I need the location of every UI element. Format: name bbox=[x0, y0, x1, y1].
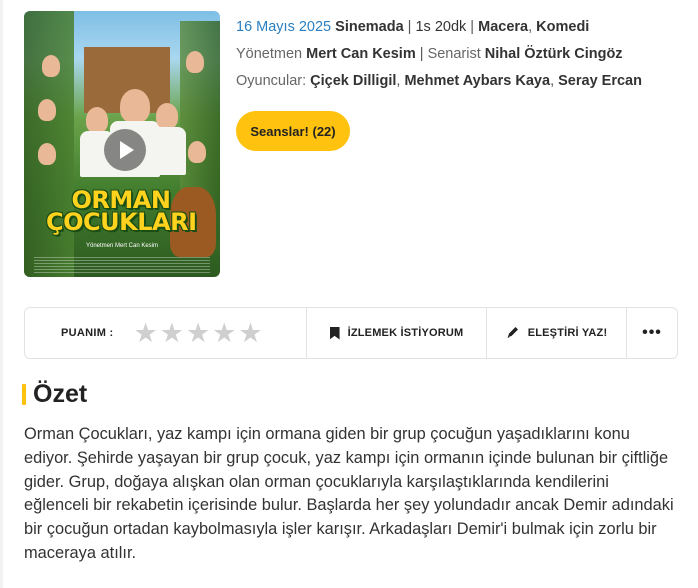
summary-heading: Özet bbox=[22, 380, 87, 409]
writer-link[interactable]: Nihal Öztürk Cingöz bbox=[485, 46, 623, 62]
summary-heading-text: Özet bbox=[33, 380, 88, 408]
review-label: ELEŞTİRİ YAZ! bbox=[527, 327, 608, 339]
cast-line: Oyuncular: Çiçek Dilligil, Mehmet Aybars… bbox=[236, 73, 642, 89]
crew-line: Yönetmen Mert Can Kesim | Senarist Nihal… bbox=[236, 46, 623, 62]
director-label: Yönetmen bbox=[236, 46, 303, 62]
bookmark-icon bbox=[329, 326, 340, 340]
poster-director-credit: Yönetmen Mert Can Kesim bbox=[85, 243, 159, 249]
release-info-line: 16 Mayıs 2025 Sinemada | 1s 20dk | Macer… bbox=[236, 19, 590, 35]
poster-title-logo: ORMAN ÇOCUKLARI bbox=[46, 186, 197, 236]
write-review-button[interactable]: ELEŞTİRİ YAZ! bbox=[487, 308, 627, 358]
star-icon[interactable]: ★ bbox=[134, 320, 158, 347]
summary-text: Orman Çocukları, yaz kampı için ormana g… bbox=[24, 425, 674, 562]
genre-link[interactable]: Macera bbox=[478, 19, 528, 35]
star-rating: ★ ★ ★ ★ ★ bbox=[134, 320, 263, 347]
sessions-button[interactable]: Seanslar! (22) bbox=[236, 111, 350, 151]
star-icon[interactable]: ★ bbox=[186, 320, 210, 347]
heading-accent-bar bbox=[22, 384, 26, 405]
release-status[interactable]: Sinemada bbox=[335, 19, 404, 35]
cast-label: Oyuncular: bbox=[236, 73, 307, 89]
cast-link[interactable]: Çiçek Dilligil bbox=[310, 73, 396, 89]
action-bar: PUANIM : ★ ★ ★ ★ ★ İZLEMEK İSTİYORUM ELE… bbox=[24, 307, 678, 359]
movie-poster[interactable]: ORMAN ÇOCUKLARI Yönetmen Mert Can Kesim bbox=[24, 11, 220, 277]
star-icon[interactable]: ★ bbox=[212, 320, 236, 347]
release-date: 16 Mayıs 2025 bbox=[236, 19, 332, 35]
more-options-button[interactable]: ••• bbox=[627, 308, 677, 358]
rating-label: PUANIM : bbox=[61, 327, 114, 339]
watchlist-label: İZLEMEK İSTİYORUM bbox=[347, 327, 464, 339]
duration: 1s 20dk bbox=[415, 19, 467, 35]
star-icon[interactable]: ★ bbox=[160, 320, 184, 347]
writer-label: Senarist bbox=[427, 46, 481, 62]
page-left-rule bbox=[0, 0, 3, 588]
poster-credits-block bbox=[34, 255, 210, 273]
star-icon[interactable]: ★ bbox=[238, 320, 262, 347]
watchlist-button[interactable]: İZLEMEK İSTİYORUM bbox=[307, 308, 487, 358]
rating-widget: PUANIM : ★ ★ ★ ★ ★ bbox=[25, 308, 307, 358]
pencil-icon bbox=[506, 325, 520, 342]
cast-link[interactable]: Seray Ercan bbox=[558, 73, 642, 89]
cast-link[interactable]: Mehmet Aybars Kaya bbox=[404, 73, 550, 89]
play-icon[interactable] bbox=[104, 129, 146, 171]
genre-link[interactable]: Komedi bbox=[536, 19, 589, 35]
director-link[interactable]: Mert Can Kesim bbox=[306, 46, 416, 62]
more-dots-icon: ••• bbox=[642, 324, 662, 341]
